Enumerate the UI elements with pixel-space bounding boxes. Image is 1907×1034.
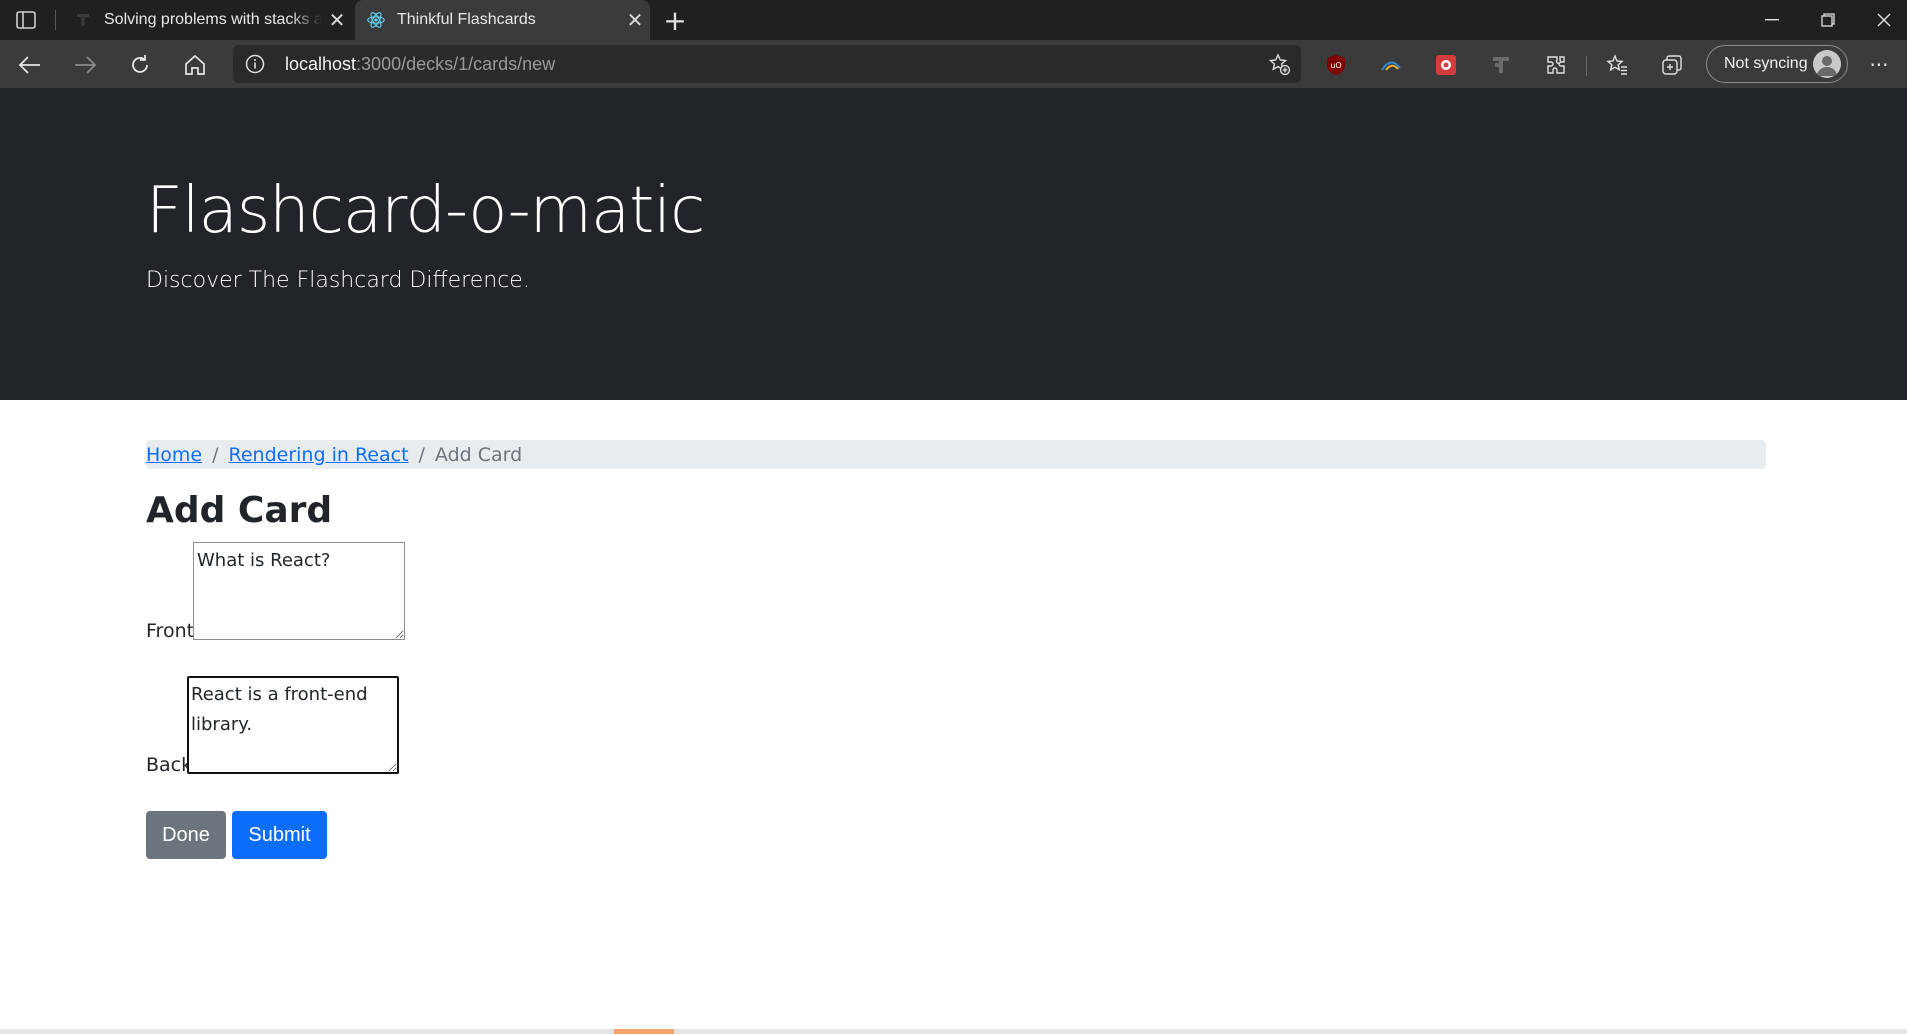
breadcrumb: Home / Rendering in React / Add Card (146, 440, 1766, 469)
restore-icon[interactable] (1800, 0, 1856, 40)
react-icon (367, 11, 385, 29)
tab-title: Thinkful Flashcards (397, 11, 536, 28)
header-jumbotron: Flashcard-o-matic Discover The Flashcard… (0, 88, 1907, 400)
breadcrumb-deck-link[interactable]: Rendering in React (229, 444, 409, 466)
scrollbar-highlight (614, 1029, 674, 1034)
breadcrumb-home-link[interactable]: Home (146, 444, 202, 466)
rainbow-extension-icon[interactable] (1378, 52, 1404, 78)
address-bar[interactable]: localhost:3000/decks/1/cards/new (233, 45, 1301, 83)
profile-label: Not syncing (1724, 55, 1808, 72)
site-info-icon[interactable] (245, 54, 265, 74)
tab-thinkful-flashcards[interactable]: Thinkful Flashcards ✕ (355, 0, 650, 40)
home-icon[interactable] (177, 47, 213, 83)
thinkful-icon (74, 11, 92, 29)
tab-title: Solving problems with stacks and (104, 11, 322, 28)
app-title: Flashcard-o-matic (146, 174, 705, 248)
front-label: Front (146, 620, 195, 642)
back-icon[interactable] (12, 47, 48, 83)
close-tab-icon[interactable]: ✕ (322, 5, 352, 35)
back-label: Back (146, 754, 193, 776)
add-favorite-icon[interactable] (1267, 52, 1291, 76)
app-subtitle: Discover The Flashcard Difference. (146, 268, 530, 293)
favorites-icon[interactable] (1604, 52, 1630, 78)
new-tab-icon[interactable]: + (660, 4, 690, 37)
svg-text:uO: uO (1330, 61, 1341, 70)
url-host: localhost (285, 54, 357, 74)
close-tab-icon[interactable]: ✕ (620, 5, 650, 35)
front-textarea[interactable] (193, 542, 405, 640)
more-options-icon[interactable]: ··· (1864, 52, 1894, 78)
browser-toolbar: localhost:3000/decks/1/cards/new uO Not … (0, 40, 1907, 88)
tab-solving-problems[interactable]: Solving problems with stacks and ✕ (62, 0, 352, 40)
back-textarea[interactable] (187, 676, 399, 774)
profile-button[interactable]: Not syncing (1706, 45, 1848, 83)
extensions-icon[interactable] (1543, 52, 1569, 78)
submit-button[interactable]: Submit (232, 811, 327, 859)
tab-separator (55, 10, 56, 30)
done-button[interactable]: Done (146, 811, 226, 859)
horizontal-scrollbar[interactable] (0, 1029, 1907, 1034)
avatar (1813, 50, 1841, 78)
url-text: localhost:3000/decks/1/cards/new (285, 54, 555, 75)
minimize-icon[interactable] (1744, 0, 1800, 40)
breadcrumb-separator: / (212, 443, 219, 466)
toolbar-separator (1586, 56, 1587, 76)
page-title: Add Card (146, 490, 333, 531)
breadcrumb-current: Add Card (434, 443, 523, 466)
refresh-icon[interactable] (122, 47, 158, 83)
url-path: :3000/decks/1/cards/new (356, 54, 556, 74)
collections-icon[interactable] (1659, 52, 1685, 78)
close-window-icon[interactable] (1856, 0, 1907, 40)
browser-tab-strip: Solving problems with stacks and ✕ Think… (0, 0, 1907, 40)
thinkful-extension-icon[interactable] (1488, 52, 1514, 78)
forward-icon[interactable] (67, 47, 103, 83)
puzzle-red-extension-icon[interactable] (1433, 52, 1459, 78)
tab-actions-icon[interactable] (10, 8, 42, 32)
ublock-icon[interactable]: uO (1323, 52, 1349, 78)
breadcrumb-separator: / (418, 443, 425, 466)
